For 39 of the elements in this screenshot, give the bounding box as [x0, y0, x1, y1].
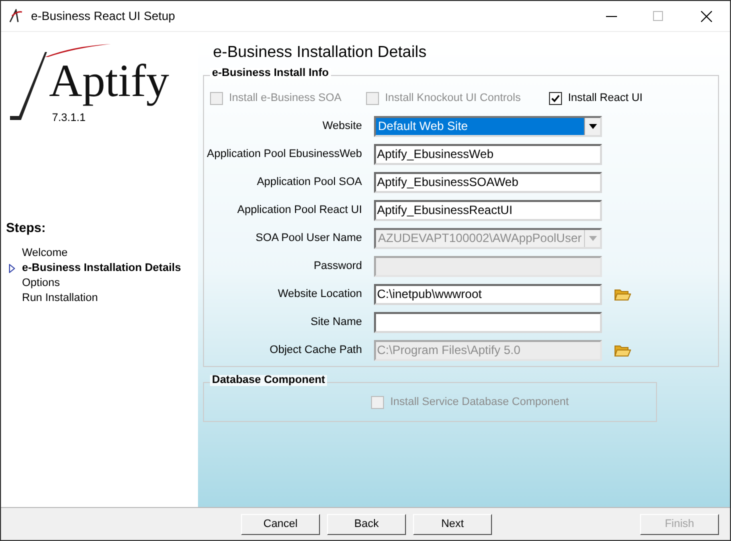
current-step-icon — [8, 264, 14, 272]
page-heading: e-Business Installation Details — [213, 43, 428, 63]
wizard-button[interactable]: Cancel — [241, 514, 320, 534]
text-field[interactable] — [374, 312, 602, 332]
wizard-button[interactable]: Back — [327, 514, 406, 534]
checkbox[interactable] — [549, 92, 562, 104]
checkmark-icon — [551, 94, 560, 102]
field-label: Site Name — [310, 314, 362, 330]
field-label: Application Pool EbusinessWeb — [206, 146, 362, 162]
window-title: e-Business React UI Setup — [31, 8, 176, 25]
logo-swoosh-icon — [45, 44, 111, 57]
field-label: Application Pool React UI — [237, 202, 362, 218]
close-icon[interactable] — [701, 10, 712, 22]
wizard-button[interactable]: Next — [413, 514, 492, 534]
steps-heading: Steps: — [6, 219, 47, 237]
text-field[interactable]: Aptify_EbusinessReactUI — [374, 200, 602, 220]
group-title: e-Business Install Info — [210, 68, 331, 79]
logo-text: Aptify — [49, 58, 170, 104]
field-label: Password — [314, 258, 362, 274]
field-label: Object Cache Path — [270, 342, 362, 358]
text-field[interactable]: Aptify_EbusinessSOAWeb — [374, 172, 602, 192]
logo-version: 7.3.1.1 — [52, 111, 86, 126]
field-label: SOA Pool User Name — [256, 230, 362, 246]
text-field[interactable]: Aptify_EbusinessWeb — [374, 144, 602, 164]
checkbox-label[interactable]: Install React UI — [568, 90, 643, 106]
folder-icon[interactable] — [614, 288, 631, 300]
group-title: Database Component — [210, 375, 328, 386]
dropdown[interactable]: Default Web Site — [374, 116, 602, 136]
app-logo-icon — [9, 9, 23, 23]
logo-stroke-icon — [10, 52, 47, 120]
step-item: Welcome — [22, 246, 68, 261]
field-label: Website Location — [278, 286, 362, 302]
maximize-icon[interactable] — [653, 11, 663, 21]
step-item: e-Business Installation Details — [22, 260, 181, 276]
step-item: Run Installation — [22, 290, 98, 306]
text-field[interactable]: C:\inetpub\wwwroot — [374, 284, 602, 304]
field-label: Website — [322, 118, 362, 134]
step-item: Options — [22, 276, 60, 291]
field-label: Application Pool SOA — [256, 174, 362, 190]
